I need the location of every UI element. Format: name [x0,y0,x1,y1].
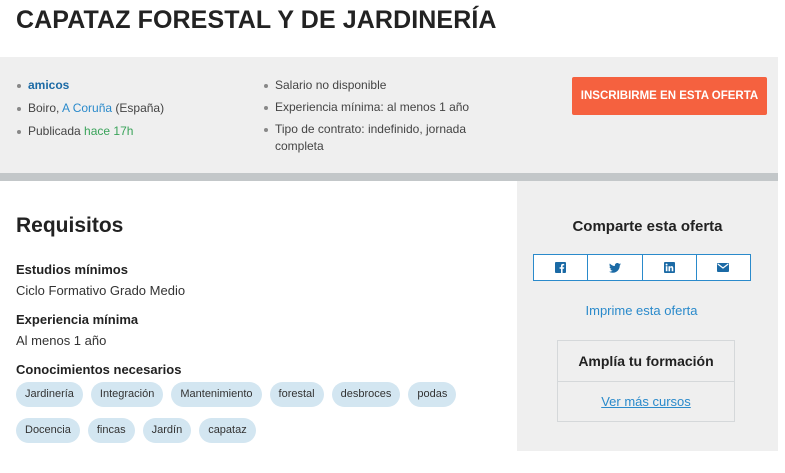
tag[interactable]: Mantenimiento [171,382,262,407]
training-title: Amplía tu formación [558,341,734,382]
job-summary: amicos Boiro, A Coruña (España) Publicad… [0,57,778,173]
experience-label: Experiencia mínima [16,312,139,327]
tag[interactable]: Docencia [16,418,80,443]
published-ago: hace 17h [84,124,134,138]
tag[interactable]: Integración [90,382,164,407]
facebook-icon [555,262,567,273]
province-link[interactable]: A Coruña [62,101,112,115]
tag-row: Docencia fincas Jardín capataz [16,418,496,443]
summary-divider [0,173,778,181]
company-item: amicos [16,77,236,94]
summary-column-middle: Salario no disponible Experiencia mínima… [263,77,493,160]
knowledge-label: Conocimientos necesarios [16,362,182,377]
location-city: Boiro, [28,101,63,115]
tag[interactable]: Jardín [142,418,192,443]
tag[interactable]: Jardinería [16,382,83,407]
twitter-icon [608,262,621,273]
studies-label: Estudios mínimos [16,262,128,277]
summary-column-left: amicos Boiro, A Coruña (España) Publicad… [16,77,236,146]
tag[interactable]: podas [408,382,457,407]
tag[interactable]: capataz [199,418,256,443]
share-facebook-button[interactable] [534,255,589,280]
experience-value: Al menos 1 año [16,333,107,348]
share-email-button[interactable] [697,255,750,280]
share-linkedin-button[interactable] [643,255,697,280]
page-title: CAPATAZ FORESTAL Y DE JARDINERÍA [16,6,497,34]
location-item: Boiro, A Coruña (España) [16,100,236,117]
tag[interactable]: forestal [269,382,324,407]
share-title: Comparte esta oferta [572,218,723,235]
linkedin-icon [663,262,675,273]
location-country: (España) [112,101,165,115]
tag[interactable]: fincas [87,418,135,443]
email-icon [717,263,730,272]
experience-item: Experiencia mínima: al menos 1 año [263,99,493,116]
share-buttons [533,254,751,281]
more-courses-link[interactable]: Ver más cursos [558,382,734,422]
requirements-title: Requisitos [16,214,124,237]
knowledge-tags: Jardinería Integración Mantenimiento for… [16,382,496,454]
published-label: Publicada [28,124,85,138]
apply-button[interactable]: INSCRIBIRME EN ESTA OFERTA [572,77,767,115]
sidebar: Comparte esta oferta Imprime esta oferta… [517,181,778,451]
published-item: Publicada hace 17h [16,123,236,140]
print-offer-link[interactable]: Imprime esta oferta [517,303,766,318]
company-link[interactable]: amicos [28,78,69,92]
tag-row: Jardinería Integración Mantenimiento for… [16,382,496,407]
studies-value: Ciclo Formativo Grado Medio [16,283,186,298]
tag[interactable]: desbroces [331,382,401,407]
contract-item: Tipo de contrato: indefinido, jornada co… [263,121,493,155]
salary-item: Salario no disponible [263,77,493,94]
training-box: Amplía tu formación Ver más cursos [557,340,735,422]
share-twitter-button[interactable] [588,255,643,280]
